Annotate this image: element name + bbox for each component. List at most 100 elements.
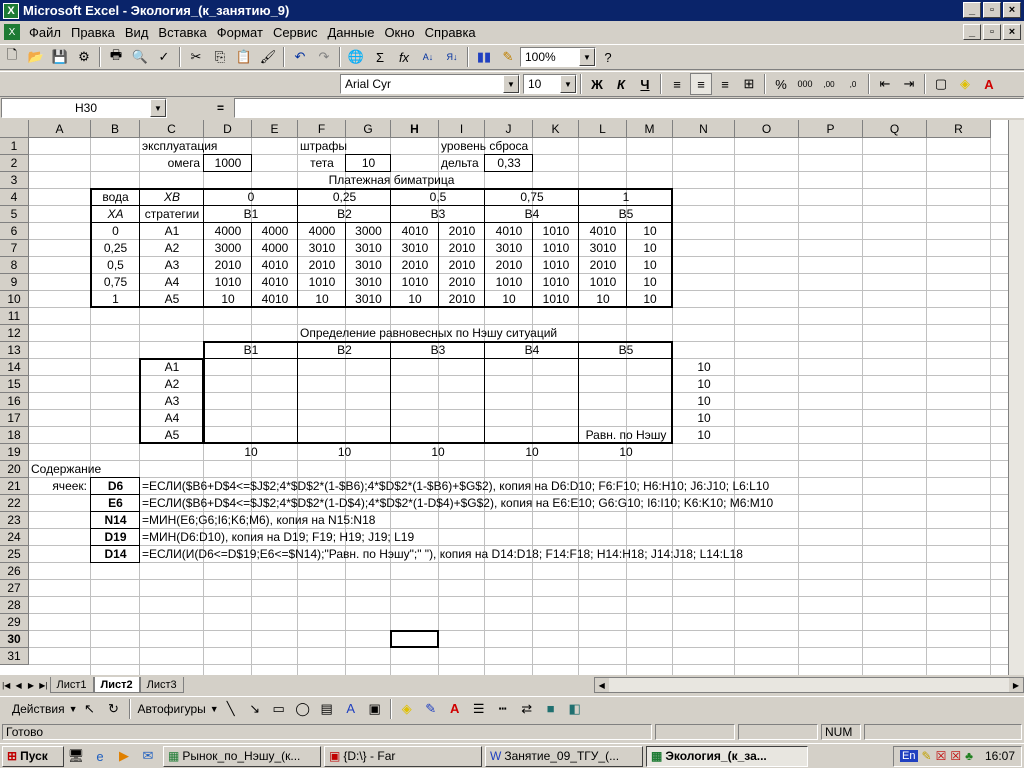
column-header-R[interactable]: R bbox=[927, 120, 991, 138]
xb-value[interactable]: 0 bbox=[206, 189, 296, 206]
label-content[interactable]: Содержание bbox=[31, 461, 101, 478]
indent-icon[interactable]: ⇥ bbox=[898, 73, 920, 95]
row-header-19[interactable]: 19 bbox=[0, 444, 29, 461]
doc-minimize-button[interactable]: _ bbox=[963, 24, 981, 40]
permission-icon[interactable]: ⚙ bbox=[73, 46, 95, 68]
column-header-I[interactable]: I bbox=[439, 120, 485, 138]
formula-text[interactable]: =МИН(D6:D10), копия на D19; F19; H19; J1… bbox=[142, 529, 414, 546]
row-header-7[interactable]: 7 bbox=[0, 240, 29, 257]
autoshapes-menu[interactable]: Автофигуры bbox=[138, 702, 206, 716]
arrow-style-icon[interactable]: ⇄ bbox=[516, 698, 538, 720]
function-icon[interactable]: fx bbox=[393, 46, 415, 68]
media-player-icon[interactable]: ▶ bbox=[113, 745, 135, 767]
payoff-cell[interactable]: 1010 bbox=[393, 274, 437, 291]
sheet-tab-3[interactable]: Лист3 bbox=[139, 677, 184, 693]
min-value[interactable]: 10 bbox=[675, 359, 733, 376]
payoff-cell[interactable]: 10 bbox=[206, 291, 250, 308]
strategy-b[interactable]: B2 bbox=[300, 342, 389, 359]
label-delta[interactable]: дельта bbox=[441, 155, 479, 172]
task-rynok[interactable]: ▦ Рынок_по_Нэшу_(к... bbox=[163, 745, 321, 767]
row-header-31[interactable]: 31 bbox=[0, 648, 29, 665]
payoff-cell[interactable]: 10 bbox=[300, 291, 344, 308]
first-sheet-icon[interactable]: |◀ bbox=[1, 678, 11, 692]
label-xb[interactable]: XB bbox=[142, 189, 202, 206]
task-word[interactable]: W Занятие_09_ТГУ_(... bbox=[485, 745, 643, 767]
outdent-icon[interactable]: ⇤ bbox=[874, 73, 896, 95]
payoff-cell[interactable]: 1010 bbox=[535, 274, 577, 291]
column-header-F[interactable]: F bbox=[298, 120, 346, 138]
active-cell[interactable] bbox=[390, 630, 439, 648]
payoff-cell[interactable]: 2010 bbox=[206, 257, 250, 274]
language-indicator[interactable]: En bbox=[900, 750, 918, 762]
dash-style-icon[interactable]: ┅ bbox=[492, 698, 514, 720]
autosum-icon[interactable]: Σ bbox=[369, 46, 391, 68]
fill-color-icon[interactable]: ◈ bbox=[954, 73, 976, 95]
label-fines[interactable]: штрафы bbox=[300, 138, 347, 155]
line-color-icon[interactable]: ✎ bbox=[420, 698, 442, 720]
column-header-N[interactable]: N bbox=[673, 120, 735, 138]
payoff-cell[interactable]: 1010 bbox=[535, 257, 577, 274]
label-reset-level[interactable]: уровень сброса bbox=[441, 138, 528, 155]
column-header-L[interactable]: L bbox=[579, 120, 627, 138]
open-icon[interactable]: 📂 bbox=[25, 46, 47, 68]
arrow-icon[interactable]: ↘ bbox=[244, 698, 266, 720]
strategy-b[interactable]: B3 bbox=[393, 342, 483, 359]
row-header-4[interactable]: 4 bbox=[0, 189, 29, 206]
column-min[interactable]: 10 bbox=[487, 444, 577, 461]
hyperlink-icon[interactable]: 🌐 bbox=[345, 46, 367, 68]
row-header-28[interactable]: 28 bbox=[0, 597, 29, 614]
row-header-17[interactable]: 17 bbox=[0, 410, 29, 427]
vertical-scrollbar[interactable] bbox=[1008, 120, 1024, 675]
prev-sheet-icon[interactable]: ◀ bbox=[13, 678, 23, 692]
nash-title[interactable]: Определение равновесных по Нэшу ситуаций bbox=[300, 325, 557, 342]
new-icon[interactable]: 🗋 bbox=[1, 46, 23, 68]
column-header-P[interactable]: P bbox=[799, 120, 863, 138]
formula-input[interactable] bbox=[234, 98, 1024, 118]
select-all-corner[interactable] bbox=[0, 120, 29, 138]
formula-text[interactable]: =МИН(E6;G6;I6;K6;M6), копия на N15:N18 bbox=[142, 512, 375, 529]
row-header-13[interactable]: 13 bbox=[0, 342, 29, 359]
label-teta[interactable]: тета bbox=[300, 155, 344, 172]
xb-value[interactable]: 0,5 bbox=[393, 189, 483, 206]
row-header-2[interactable]: 2 bbox=[0, 155, 29, 172]
italic-icon[interactable]: К bbox=[610, 73, 632, 95]
outlook-icon[interactable]: ✉ bbox=[137, 745, 159, 767]
undo-icon[interactable]: ↶ bbox=[289, 46, 311, 68]
3d-icon[interactable]: ◧ bbox=[564, 698, 586, 720]
row-header-5[interactable]: 5 bbox=[0, 206, 29, 223]
payoff-cell[interactable]: 3010 bbox=[487, 240, 531, 257]
column-header-M[interactable]: M bbox=[627, 120, 673, 138]
strategy-b[interactable]: B4 bbox=[487, 342, 577, 359]
xa-value[interactable]: 0,75 bbox=[93, 274, 138, 291]
payoff-cell[interactable]: 3010 bbox=[348, 291, 389, 308]
column-header-D[interactable]: D bbox=[204, 120, 252, 138]
payoff-cell[interactable]: 2010 bbox=[441, 257, 483, 274]
column-header-C[interactable]: C bbox=[140, 120, 204, 138]
shadow-icon[interactable]: ■ bbox=[540, 698, 562, 720]
align-right-icon[interactable]: ≡ bbox=[714, 73, 736, 95]
payoff-cell[interactable]: 4010 bbox=[254, 257, 296, 274]
strategy-a[interactable]: A4 bbox=[142, 274, 202, 291]
textbox-icon[interactable]: ▤ bbox=[316, 698, 338, 720]
tray-icon-4[interactable]: ♣ bbox=[965, 749, 973, 763]
drawing-icon[interactable]: ✎ bbox=[497, 46, 519, 68]
row-header-21[interactable]: 21 bbox=[0, 478, 29, 495]
cell-reference[interactable]: N14 bbox=[93, 512, 138, 529]
formula-text[interactable]: =ЕСЛИ($B6+D$4<=$J$2;4*$D$2*(1-$B6);4*$D$… bbox=[142, 478, 769, 495]
row-header-1[interactable]: 1 bbox=[0, 138, 29, 155]
row-header-27[interactable]: 27 bbox=[0, 580, 29, 597]
row-header-25[interactable]: 25 bbox=[0, 546, 29, 563]
row-header-22[interactable]: 22 bbox=[0, 495, 29, 512]
format-painter-icon[interactable]: 🖌 bbox=[257, 46, 279, 68]
teta-value[interactable]: 10 bbox=[348, 155, 389, 172]
payoff-cell[interactable]: 1010 bbox=[535, 240, 577, 257]
print-icon[interactable]: 🖶 bbox=[105, 46, 127, 68]
row-header-29[interactable]: 29 bbox=[0, 614, 29, 631]
min-value[interactable]: 10 bbox=[675, 393, 733, 410]
thousands-icon[interactable]: 000 bbox=[794, 73, 816, 95]
strategy-b[interactable]: B4 bbox=[487, 206, 577, 223]
payoff-cell[interactable]: 2010 bbox=[581, 257, 625, 274]
row-header-3[interactable]: 3 bbox=[0, 172, 29, 189]
payoff-cell[interactable]: 1010 bbox=[581, 274, 625, 291]
cut-icon[interactable]: ✂ bbox=[185, 46, 207, 68]
